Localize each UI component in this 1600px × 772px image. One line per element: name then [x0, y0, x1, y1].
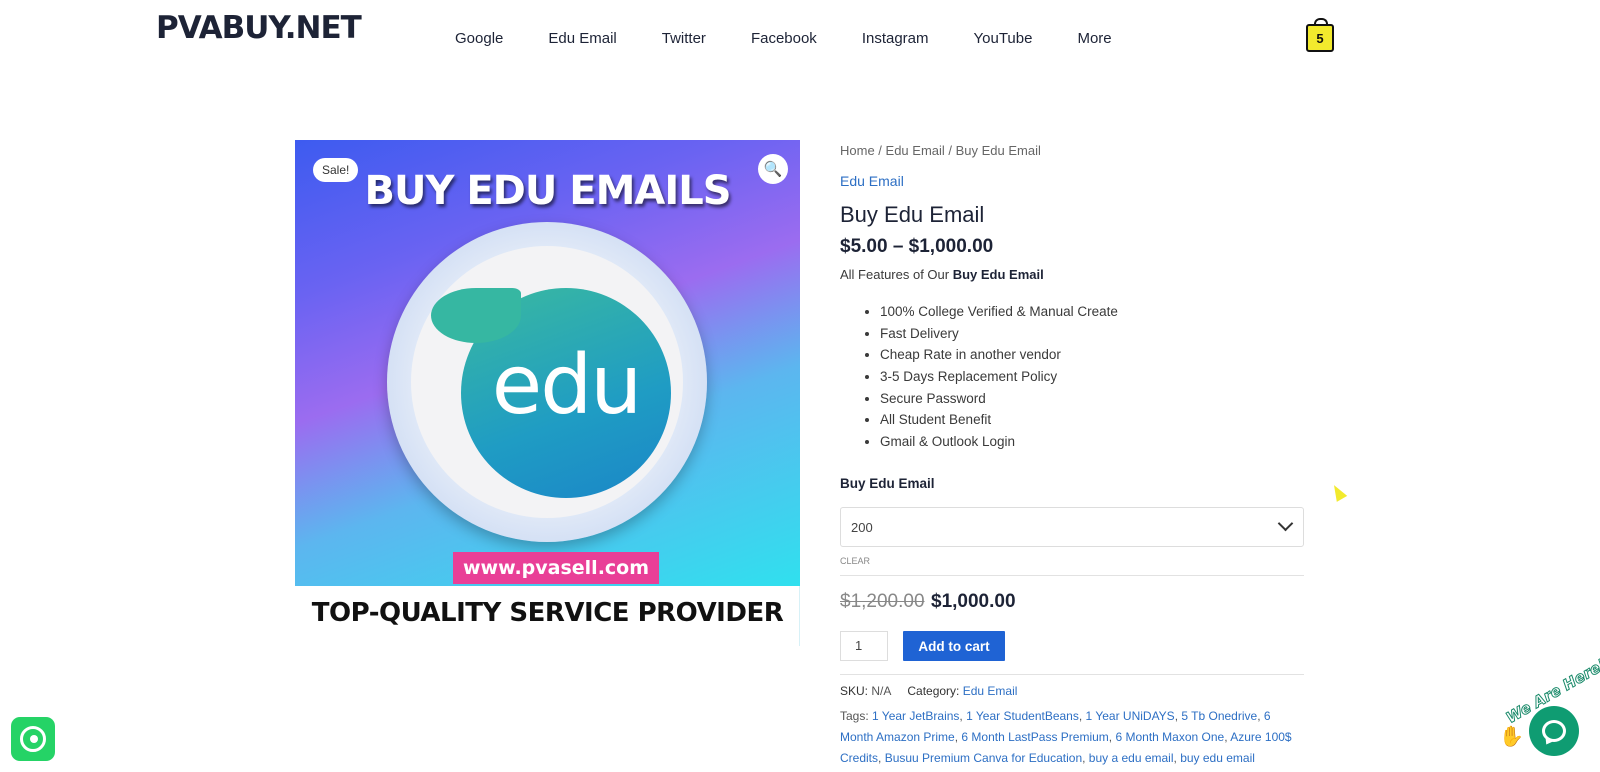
variation-select[interactable]: 200	[840, 507, 1304, 547]
sku-value: N/A	[871, 684, 891, 698]
image-headline: BUY EDU EMAILS	[364, 168, 731, 214]
clear-variation-link[interactable]: CLEAR	[840, 556, 870, 566]
mouse-cursor-icon	[1328, 482, 1348, 502]
edu-logo-word: edu	[491, 338, 642, 433]
tag-link[interactable]: 1 Year StudentBeans	[966, 709, 1079, 723]
chat-bubble-icon	[1542, 720, 1566, 742]
feature-item: Secure Password	[880, 388, 1118, 410]
divider	[840, 575, 1304, 576]
feature-item: All Student Benefit	[880, 409, 1118, 431]
waving-hand-icon: ✋	[1499, 726, 1524, 748]
chat-button[interactable]	[1529, 706, 1579, 756]
tag-link[interactable]: 1 Year JetBrains	[872, 709, 959, 723]
add-to-cart-button[interactable]: Add to cart	[903, 631, 1005, 661]
tag-link[interactable]: buy a edu email	[1089, 751, 1174, 765]
feature-list: 100% College Verified & Manual Create Fa…	[840, 301, 1118, 453]
edu-logo: edu	[387, 222, 707, 542]
tag-link[interactable]: 6 Month Maxon One	[1115, 730, 1224, 744]
feature-item: 100% College Verified & Manual Create	[880, 301, 1118, 323]
zoom-search-icon[interactable]: 🔍	[758, 154, 788, 184]
features-intro: All Features of Our Buy Edu Email	[840, 267, 1044, 282]
chevron-down-icon	[1277, 515, 1294, 532]
edu-logo-drop: edu	[431, 288, 671, 498]
product-meta: SKU: N/A Category: Edu Email	[840, 684, 1018, 698]
old-price: $1,200.00	[840, 591, 925, 612]
tag-link[interactable]: buy edu email	[1180, 751, 1255, 765]
breadcrumb-category[interactable]: Edu Email	[886, 143, 945, 158]
meta-category-link[interactable]: Edu Email	[963, 684, 1018, 698]
breadcrumb-home[interactable]: Home	[840, 143, 875, 158]
price-range: $5.00 – $1,000.00	[840, 236, 994, 257]
image-url-band: www.pvasell.com	[453, 552, 660, 584]
feature-item: 3-5 Days Replacement Policy	[880, 366, 1118, 388]
feature-item: Gmail & Outlook Login	[880, 431, 1118, 453]
feature-item: Cheap Rate in another vendor	[880, 344, 1118, 366]
tag-link[interactable]: 6 Month LastPass Premium	[961, 730, 1108, 744]
image-bottom-line: TOP-QUALITY SERVICE PROVIDER	[311, 598, 784, 628]
nav-facebook[interactable]: Facebook	[751, 30, 817, 47]
sale-badge: Sale!	[313, 158, 359, 182]
variation-label: Buy Edu Email	[840, 476, 935, 491]
nav-instagram[interactable]: Instagram	[862, 30, 929, 47]
nav-google[interactable]: Google	[455, 30, 503, 47]
tag-link[interactable]: 5 Tb Onedrive	[1181, 709, 1257, 723]
site-logo[interactable]: PVABUY.NET	[156, 10, 362, 46]
whatsapp-icon[interactable]	[11, 717, 55, 761]
nav-youtube[interactable]: YouTube	[974, 30, 1033, 47]
nav-twitter[interactable]: Twitter	[662, 30, 706, 47]
product-category-link[interactable]: Edu Email	[840, 173, 904, 189]
tags-list: Tags: 1 Year JetBrains, 1 Year StudentBe…	[840, 709, 1292, 765]
cart-count: 5	[1306, 24, 1334, 52]
tag-link[interactable]: 1 Year UNiDAYS	[1086, 709, 1175, 723]
product-title: Buy Edu Email	[840, 202, 985, 227]
cart-button[interactable]: 5	[1306, 18, 1336, 54]
quantity-input[interactable]: 1	[840, 631, 888, 661]
breadcrumb-current: Buy Edu Email	[955, 143, 1041, 158]
tag-link[interactable]: Busuu Premium Canva for Education	[885, 751, 1082, 765]
main-nav: Google Edu Email Twitter Facebook Instag…	[455, 30, 1112, 47]
product-image[interactable]: BUY EDU EMAILS edu www.pvasell.com TOP-Q…	[295, 140, 800, 646]
breadcrumb: Home / Edu Email / Buy Edu Email	[840, 143, 1041, 158]
feature-item: Fast Delivery	[880, 323, 1118, 345]
nav-edu-email[interactable]: Edu Email	[548, 30, 616, 47]
nav-more[interactable]: More	[1077, 30, 1111, 47]
sale-price: $1,000.00	[931, 591, 1016, 612]
variation-value: 200	[851, 520, 873, 535]
divider	[840, 674, 1304, 675]
